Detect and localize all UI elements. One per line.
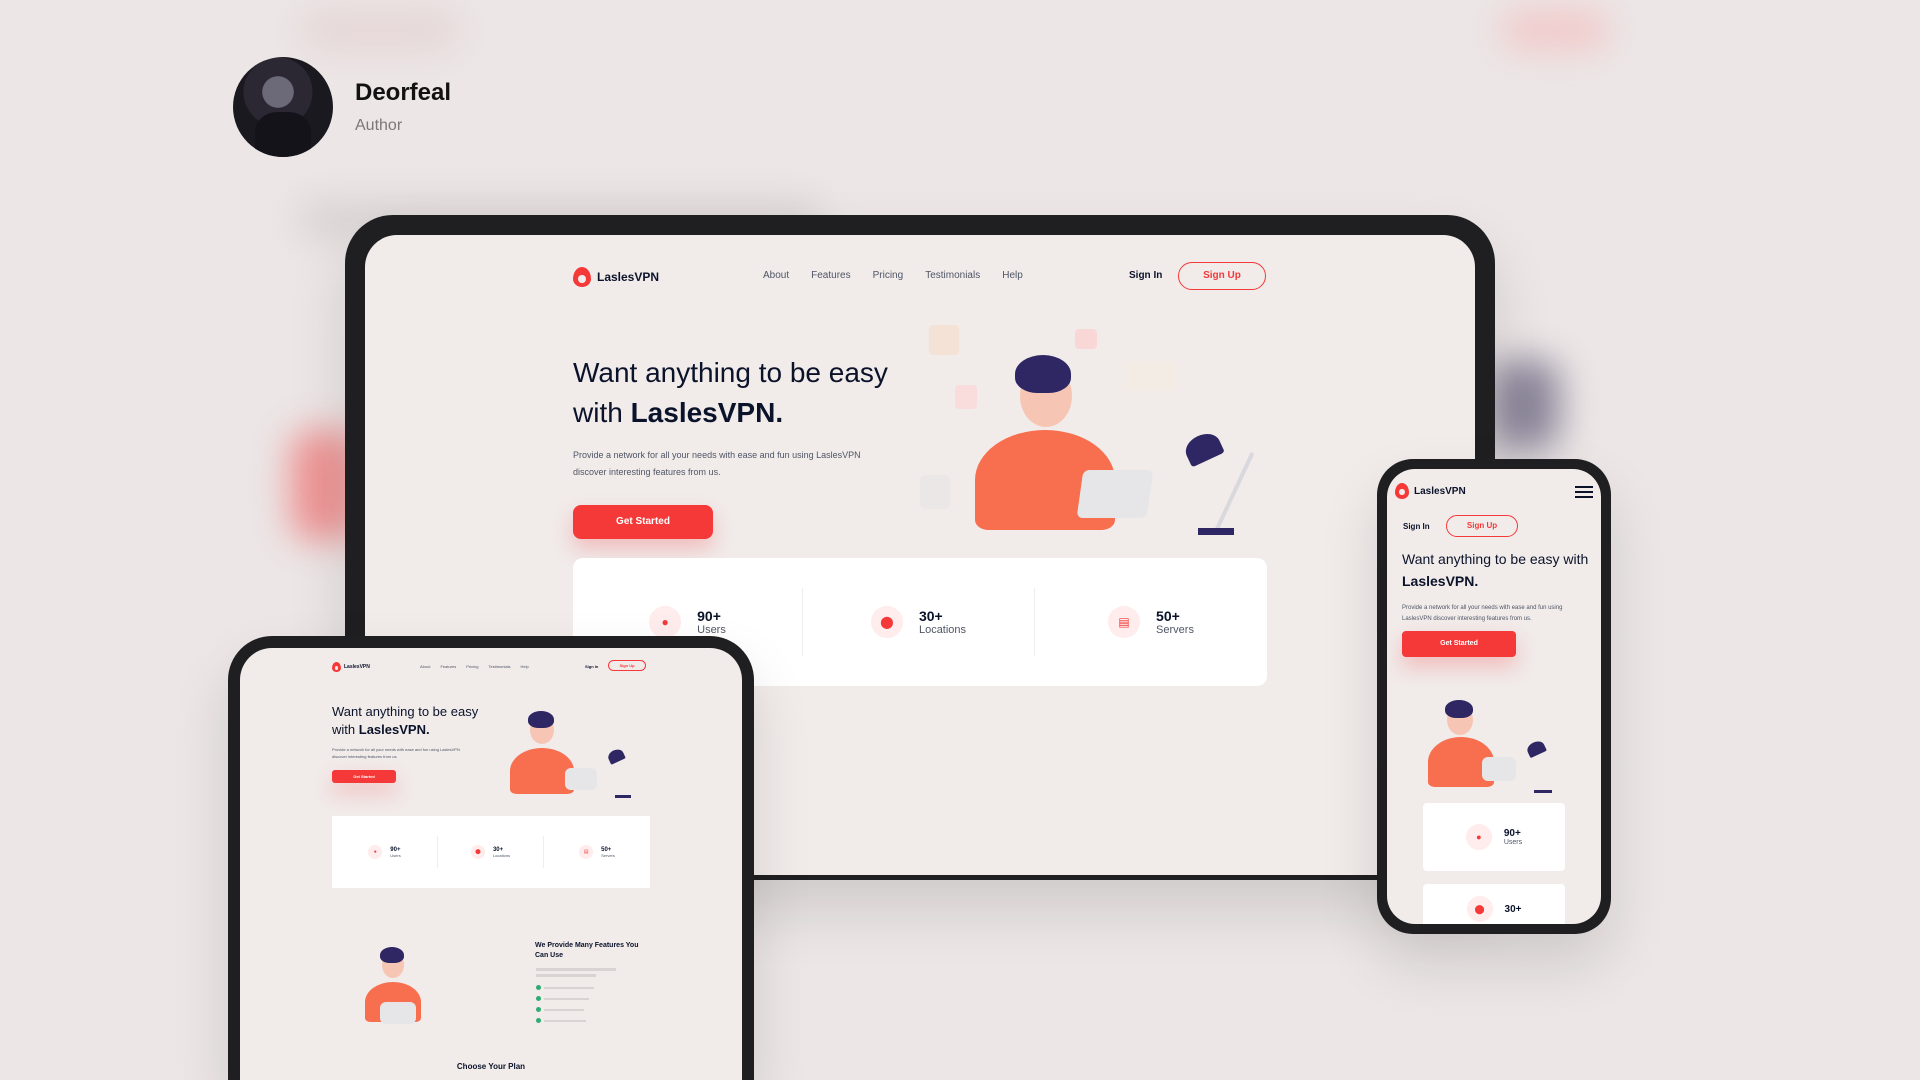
stat-number: 90+	[1503, 828, 1521, 839]
author-role: Author	[355, 117, 403, 134]
nav-features[interactable]: Features	[440, 664, 456, 669]
stat-locations: ⬤ 30+ Locations	[438, 836, 544, 868]
hamburger-menu-icon[interactable]	[1575, 486, 1593, 498]
stat-label: Locations	[918, 624, 967, 636]
author-avatar	[233, 57, 333, 157]
tablet-logo[interactable]: LaslesVPN	[332, 662, 370, 672]
phone-logo[interactable]: LaslesVPN	[1395, 483, 1466, 499]
sign-in-link[interactable]: Sign In	[1129, 270, 1162, 281]
tablet-nav: About Features Pricing Testimonials Help	[420, 664, 529, 669]
nav-help[interactable]: Help	[1002, 270, 1023, 281]
hero-description: Provide a network for all your needs wit…	[332, 747, 460, 759]
logo-icon	[573, 267, 591, 287]
stat-number: 90+	[697, 608, 721, 624]
desktop-logo[interactable]: LaslesVPN	[573, 267, 659, 287]
phone-device-frame: LaslesVPN Sign In Sign Up Want anything …	[1377, 459, 1611, 934]
logo-icon	[1395, 483, 1409, 499]
hero-title: Want anything to be easy with LaslesVPN.	[573, 353, 893, 433]
tablet-device-frame: LaslesVPN About Features Pricing Testimo…	[228, 636, 754, 1080]
tablet-screen: LaslesVPN About Features Pricing Testimo…	[240, 648, 742, 1080]
hero-illustration	[1402, 687, 1562, 797]
get-started-button[interactable]: Get Started	[332, 770, 396, 783]
nav-about[interactable]: About	[763, 270, 789, 281]
stat-number: 50+	[1156, 608, 1180, 624]
features-illustration	[340, 932, 450, 1032]
phone-stat-users: ● 90+ Users	[1423, 803, 1565, 871]
stat-number: 30+	[918, 608, 943, 624]
stat-label: Servers	[1156, 624, 1194, 636]
author-name: Deorfeal	[355, 79, 452, 106]
get-started-button[interactable]: Get Started	[573, 505, 713, 539]
plan-title: Choose Your Plan	[456, 1062, 526, 1071]
stat-servers: ▤ 50+ Servers	[544, 836, 650, 868]
features-list	[536, 968, 646, 1023]
stat-servers: ▤ 50+ Servers	[1035, 588, 1267, 656]
stat-label: Locations	[492, 852, 511, 858]
sign-in-link[interactable]: Sign In	[585, 664, 598, 669]
hero-illustration	[915, 325, 1265, 535]
hero-illustration	[490, 698, 640, 798]
phone-screen: LaslesVPN Sign In Sign Up Want anything …	[1387, 469, 1601, 924]
nav-features[interactable]: Features	[811, 270, 850, 281]
sign-up-button[interactable]: Sign Up	[1178, 262, 1266, 290]
desktop-nav: About Features Pricing Testimonials Help	[763, 270, 1023, 281]
hero-title: Want anything to be easy with LaslesVPN.	[332, 703, 492, 739]
hero-description: Provide a network for all your needs wit…	[573, 450, 861, 477]
stat-label: Servers	[601, 852, 615, 858]
hero-title-brand: LaslesVPN.	[1402, 573, 1479, 589]
location-icon: ⬤	[1466, 896, 1493, 922]
nav-pricing[interactable]: Pricing	[466, 664, 478, 669]
hero-title: Want anything to be easy with LaslesVPN.	[1402, 548, 1592, 592]
stat-number: 30+	[1504, 903, 1522, 915]
brand-name: LaslesVPN	[344, 664, 370, 670]
stat-locations: ⬤ 30+ Locations	[803, 588, 1035, 656]
user-icon: ●	[649, 606, 682, 638]
sign-up-button[interactable]: Sign Up	[608, 660, 646, 671]
hero-title-brand: LaslesVPN.	[630, 397, 784, 428]
sign-in-link[interactable]: Sign In	[1403, 522, 1430, 531]
phone-stat-locations: ⬤ 30+	[1423, 884, 1565, 924]
stat-users: ● 90+ Users	[332, 836, 438, 868]
hero-title-text: Want anything to be easy with	[1402, 551, 1589, 567]
location-icon: ⬤	[870, 606, 903, 638]
author-card: Deorfeal Author	[233, 57, 451, 157]
stat-label: Users	[390, 852, 401, 858]
hero-title-brand: LaslesVPN.	[358, 722, 430, 737]
server-icon: ▤	[1108, 606, 1141, 638]
logo-icon	[332, 662, 341, 672]
user-icon: ●	[368, 845, 383, 859]
stat-number: 90+	[390, 846, 401, 853]
user-icon: ●	[1465, 824, 1492, 850]
brand-name: LaslesVPN	[597, 270, 660, 284]
server-icon: ▤	[579, 845, 594, 859]
stat-label: Users	[1503, 839, 1523, 846]
get-started-button[interactable]: Get Started	[1402, 631, 1516, 657]
sign-up-button[interactable]: Sign Up	[1446, 515, 1518, 537]
features-title: We Provide Many Features You Can Use	[535, 942, 639, 959]
nav-testimonials[interactable]: Testimonials	[488, 664, 510, 669]
nav-pricing[interactable]: Pricing	[873, 270, 904, 281]
tablet-stats-panel: ● 90+ Users ⬤ 30+ Locations ▤ 50+ Server…	[332, 816, 650, 888]
nav-about[interactable]: About	[420, 664, 430, 669]
nav-help[interactable]: Help	[521, 664, 529, 669]
location-icon: ⬤	[470, 845, 485, 859]
brand-name: LaslesVPN	[1414, 485, 1466, 497]
hero-description: Provide a network for all your needs wit…	[1402, 605, 1563, 622]
nav-testimonials[interactable]: Testimonials	[925, 270, 980, 281]
stat-label: Users	[697, 624, 726, 636]
